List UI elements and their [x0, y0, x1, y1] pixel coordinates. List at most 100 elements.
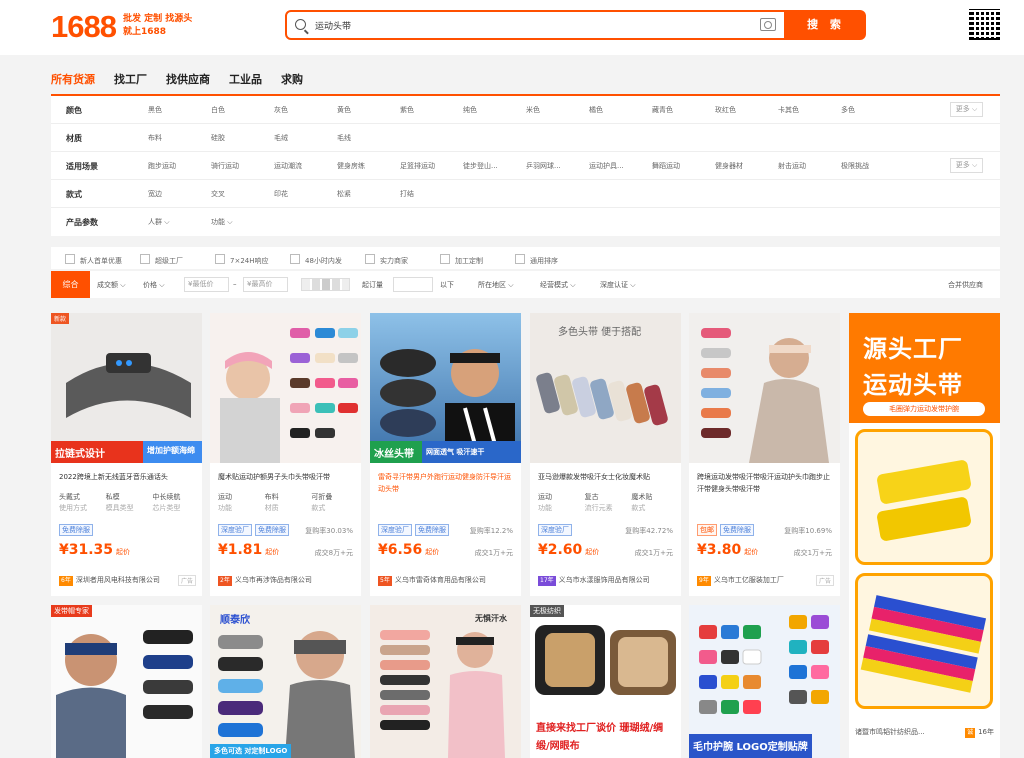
- search-box[interactable]: 运动头带: [285, 10, 786, 40]
- checkbox-24h-response[interactable]: 7×24H响应: [215, 254, 269, 266]
- location-dropdown[interactable]: 所在地区 ⌵: [478, 280, 514, 290]
- filter-option[interactable]: 纯色: [463, 105, 477, 115]
- attr-item: 中长续航 芯片类型: [152, 492, 199, 514]
- product-title[interactable]: 雷奇寻汗带男户外跑行运动健身防汗导汗运动头带: [378, 471, 514, 495]
- price-max-input[interactable]: ¥最高价: [243, 277, 288, 292]
- checkbox-48h-ship[interactable]: 48小时内发: [290, 254, 342, 266]
- nav-industrial[interactable]: 工业品: [229, 71, 262, 87]
- filter-dropdown-crowd[interactable]: 人群 ⌵: [148, 217, 170, 227]
- dropdown-label: 所在地区: [478, 281, 506, 289]
- product-image[interactable]: [689, 313, 840, 463]
- sort-comprehensive[interactable]: 综合: [51, 271, 90, 298]
- product-image[interactable]: 冰丝头带 网面透气 吸汗速干: [370, 313, 521, 463]
- filter-option[interactable]: 足篮排运动: [400, 161, 435, 171]
- nav-all-goods[interactable]: 所有货源: [51, 71, 95, 87]
- filter-option[interactable]: 松紧: [337, 189, 351, 199]
- product-card[interactable]: 毛巾护腕 LOGO定制贴牌: [689, 605, 840, 758]
- filter-option[interactable]: 运动潮流: [274, 161, 302, 171]
- supplier-link[interactable]: 6年 深圳者用风电科技有限公司: [59, 575, 195, 586]
- ad-product-image[interactable]: [855, 573, 993, 709]
- supplier-link[interactable]: 2年 义乌市再涉饰品有限公司: [218, 575, 354, 586]
- filter-option[interactable]: 硅胶: [211, 133, 225, 143]
- filter-option[interactable]: 交叉: [211, 189, 225, 199]
- sort-price[interactable]: 价格 ⌵: [143, 280, 165, 290]
- moq-input[interactable]: [393, 277, 433, 292]
- ad-product-image[interactable]: [855, 429, 993, 565]
- supplier-link[interactable]: 17年 义乌市水漾服饰用品有限公司: [538, 575, 674, 586]
- sort-turnover[interactable]: 成交额 ⌵: [97, 280, 126, 290]
- product-card[interactable]: 冰丝头带 网面透气 吸汗速干 雷奇寻汗带男户外跑行运动健身防汗导汗运动头带 深度…: [370, 313, 521, 596]
- filter-option[interactable]: 徒步登山...: [463, 161, 498, 171]
- image-banner: 直接来找工厂谈价 珊瑚绒/绸缎/网眼布: [530, 718, 681, 758]
- filter-option[interactable]: 健身器材: [715, 161, 743, 171]
- product-card[interactable]: 发带帽专家: [51, 605, 202, 758]
- filter-option[interactable]: 米色: [526, 105, 540, 115]
- filter-option[interactable]: 卡其色: [778, 105, 799, 115]
- filter-option[interactable]: 骑行运动: [211, 161, 239, 171]
- filter-option[interactable]: 舞蹈运动: [652, 161, 680, 171]
- checkbox-general-sort[interactable]: 通用排序: [515, 254, 558, 266]
- repurchase-rate: 复购率42.72%: [625, 527, 673, 535]
- product-card[interactable]: 无惧汗水: [370, 605, 521, 758]
- merge-supplier-toggle[interactable]: 合并供应商: [948, 280, 983, 290]
- filter-option[interactable]: 藏青色: [652, 105, 673, 115]
- nav-find-supplier[interactable]: 找供应商: [166, 71, 210, 87]
- supplier-link[interactable]: 9年 义乌市工亿服装加工厂: [697, 575, 807, 586]
- product-title[interactable]: 跨境运动发带吸汗带吸汗运动护头巾跑步止汗带健身头带吸汗带: [697, 471, 833, 495]
- checkbox-strong-merchant[interactable]: 实力商家: [365, 254, 408, 266]
- years-badge-icon: 诚: [965, 728, 976, 738]
- filter-dropdown-function[interactable]: 功能 ⌵: [211, 217, 233, 227]
- product-image[interactable]: 新款 拉链式设计 增加护额海绵: [51, 313, 202, 463]
- ad-supplier-name[interactable]: 诸暨市鸣韬针纺织品...: [855, 727, 925, 737]
- product-image[interactable]: 多色头带 便于搭配: [530, 313, 681, 463]
- filter-option[interactable]: 射击运动: [778, 161, 806, 171]
- checkbox-custom-process[interactable]: 加工定制: [440, 254, 483, 266]
- new-badge: 新款: [51, 313, 70, 324]
- site-logo[interactable]: 1688: [51, 9, 117, 45]
- price-distribution-chart[interactable]: [301, 278, 350, 291]
- product-card[interactable]: 多色头带 便于搭配 亚马逊爆款发带吸汗女士化妆魔术贴 运动 功能 复古 流行元素 魔…: [530, 313, 681, 596]
- filter-option[interactable]: 白色: [211, 105, 225, 115]
- checkbox-super-factory[interactable]: 超级工厂: [140, 254, 183, 266]
- product-card[interactable]: 无极纺织 直接来找工厂谈价 珊瑚绒/绸缎/网眼布: [530, 605, 681, 758]
- filter-option[interactable]: 健身房练: [337, 161, 365, 171]
- price-min-input[interactable]: ¥最低价: [184, 277, 229, 292]
- filter-option[interactable]: 多色: [841, 105, 855, 115]
- filter-option[interactable]: 玫红色: [715, 105, 736, 115]
- filter-option[interactable]: 打结: [400, 189, 414, 199]
- nav-find-factory[interactable]: 找工厂: [114, 71, 147, 87]
- product-card[interactable]: 新款 拉链式设计 增加护额海绵 2022跨境上新无线蓝牙音乐通话头 头戴式 使用方…: [51, 313, 202, 596]
- product-card[interactable]: 魔术贴运动护额男子头巾头带吸汗带 运动 功能 布料 材质 可折叠 款式 深度验厂 免费除…: [210, 313, 361, 596]
- filter-option[interactable]: 印花: [274, 189, 288, 199]
- side-advertisement[interactable]: 源头工厂 运动头带 毛圈弹力运动发带护腕 诸暨市鸣韬针纺织品... 诚 16年: [849, 313, 1000, 758]
- filter-option[interactable]: 运动护具...: [589, 161, 624, 171]
- attr-key: 使用方式: [59, 504, 87, 512]
- product-image[interactable]: [210, 313, 361, 463]
- filter-option[interactable]: 乒羽网球...: [526, 161, 561, 171]
- search-input[interactable]: 运动头带: [315, 19, 351, 32]
- filter-option[interactable]: 橘色: [589, 105, 603, 115]
- filter-option[interactable]: 布料: [148, 133, 162, 143]
- filter-option[interactable]: 黑色: [148, 105, 162, 115]
- business-model-dropdown[interactable]: 经营模式 ⌵: [540, 280, 576, 290]
- product-card[interactable]: 跨境运动发带吸汗带吸汗运动护头巾跑步止汗带健身头带吸汗带 包邮 免费除服 复购率1…: [689, 313, 840, 596]
- checkbox-new-user[interactable]: 新人首单优惠: [65, 254, 122, 266]
- filter-option[interactable]: 紫色: [400, 105, 414, 115]
- camera-icon[interactable]: [760, 18, 776, 31]
- certification-dropdown[interactable]: 深度认证 ⌵: [600, 280, 636, 290]
- filter-option[interactable]: 宽边: [148, 189, 162, 199]
- filter-option[interactable]: 毛绒: [274, 133, 288, 143]
- filter-option[interactable]: 跑步运动: [148, 161, 176, 171]
- price-value: ¥6.56: [378, 542, 423, 558]
- filter-option[interactable]: 毛线: [337, 133, 351, 143]
- search-button[interactable]: 搜 索: [786, 10, 866, 40]
- supplier-link[interactable]: 5年 义乌市雷奇体育用品有限公司: [378, 575, 514, 586]
- price: ¥2.60 起价: [538, 542, 599, 558]
- filter-option[interactable]: 黄色: [337, 105, 351, 115]
- more-button[interactable]: 更多 ⌵: [950, 102, 983, 117]
- filter-option[interactable]: 灰色: [274, 105, 288, 115]
- nav-purchase[interactable]: 求购: [281, 71, 303, 87]
- more-button[interactable]: 更多 ⌵: [950, 158, 983, 173]
- product-card[interactable]: 顺泰欣 多色可选 对定制LOGO: [210, 605, 361, 758]
- filter-option[interactable]: 极限挑战: [841, 161, 869, 171]
